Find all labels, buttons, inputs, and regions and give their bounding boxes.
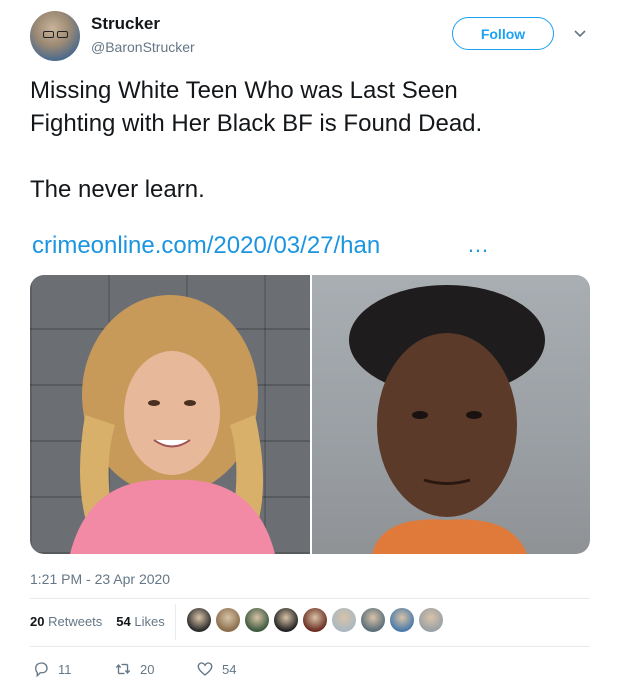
tweet-stats: 20 Retweets 54 Likes xyxy=(30,614,165,629)
tweet-timestamp[interactable]: 1:21 PM - 23 Apr 2020 xyxy=(30,571,170,587)
retweets-stat[interactable]: 20 Retweets xyxy=(30,614,102,629)
follow-button[interactable]: Follow xyxy=(452,17,554,50)
heart-icon xyxy=(197,662,213,676)
liker-avatar[interactable] xyxy=(216,608,240,632)
liker-avatar[interactable] xyxy=(245,608,269,632)
photo-left-figure xyxy=(70,295,275,554)
liker-avatar[interactable] xyxy=(303,608,327,632)
retweet-count: 20 xyxy=(140,661,155,677)
tweet-actions: 11 20 54 xyxy=(32,660,278,678)
liker-avatar[interactable] xyxy=(274,608,298,632)
likers-avatars xyxy=(187,608,443,632)
stats-separator xyxy=(175,604,176,640)
photo-right[interactable] xyxy=(312,275,590,554)
likes-label: Likes xyxy=(134,614,165,629)
avatar[interactable] xyxy=(30,11,80,61)
liker-avatar[interactable] xyxy=(419,608,443,632)
reply-count: 11 xyxy=(58,661,72,677)
reply-icon xyxy=(35,662,48,678)
liker-avatar[interactable] xyxy=(332,608,356,632)
like-button[interactable]: 54 xyxy=(196,660,278,678)
liker-avatar[interactable] xyxy=(187,608,211,632)
tweet-link-ellipsis[interactable]: … xyxy=(467,232,489,258)
chevron-down-icon[interactable] xyxy=(572,25,588,41)
liker-avatar[interactable] xyxy=(361,608,385,632)
retweets-label: Retweets xyxy=(48,614,103,629)
photo-left[interactable] xyxy=(30,275,310,554)
divider xyxy=(30,646,590,647)
divider xyxy=(30,598,590,599)
user-handle[interactable]: @BaronStrucker xyxy=(91,39,195,55)
avatar-glasses-left xyxy=(43,31,54,38)
likes-count: 54 xyxy=(116,614,131,629)
retweet-icon xyxy=(115,663,131,675)
avatar-glasses-right xyxy=(57,31,68,38)
liker-avatar[interactable] xyxy=(390,608,414,632)
reply-button[interactable]: 11 xyxy=(32,660,114,678)
user-name[interactable]: Strucker xyxy=(91,14,160,34)
tweet-link[interactable]: crimeonline.com/2020/03/27/han xyxy=(32,232,380,260)
likes-stat[interactable]: 54 Likes xyxy=(116,614,164,629)
tweet-text: Missing White Teen Who was Last Seen Fig… xyxy=(30,77,483,203)
photo-right-figure xyxy=(349,285,545,554)
like-count: 54 xyxy=(222,661,237,677)
tweet-media[interactable] xyxy=(30,275,590,554)
retweet-button[interactable]: 20 xyxy=(114,660,196,678)
retweets-count: 20 xyxy=(30,614,45,629)
